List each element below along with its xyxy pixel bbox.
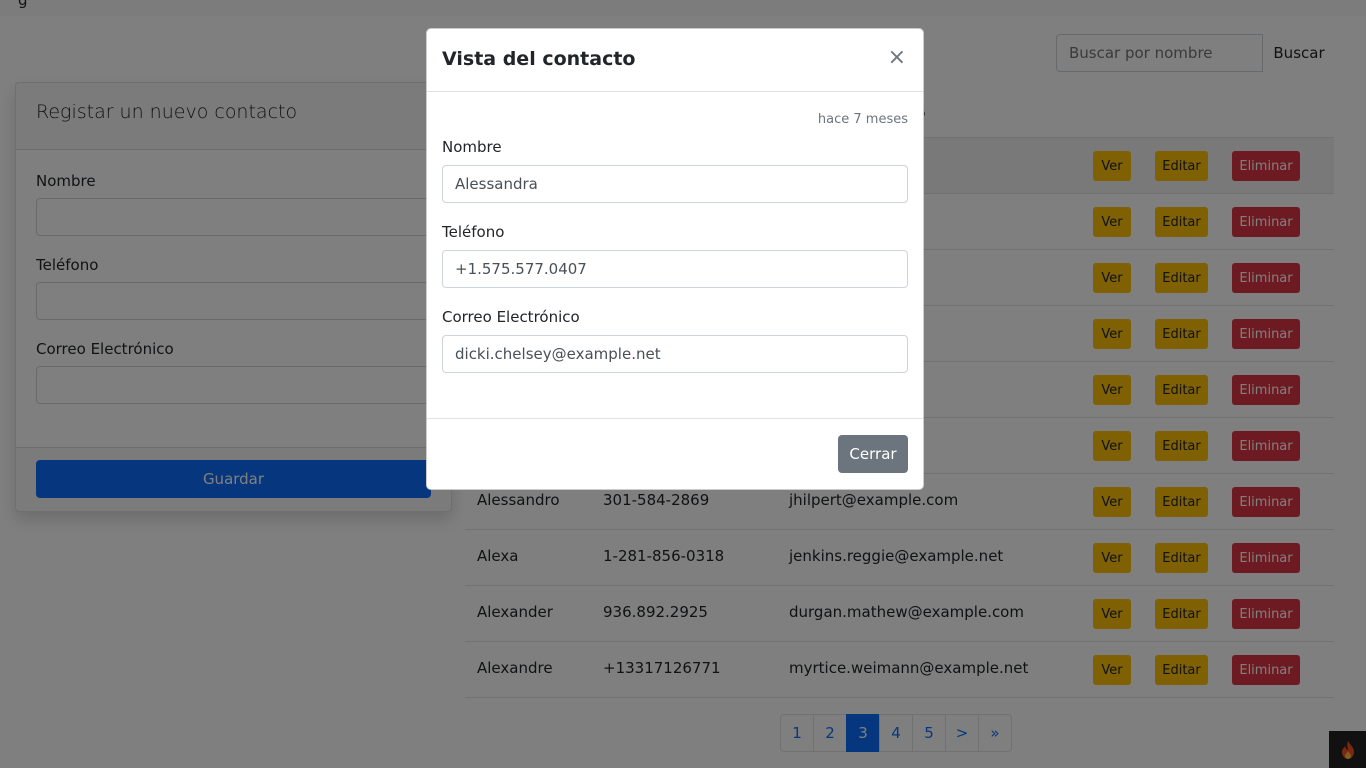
modal-email-field[interactable]: [442, 335, 908, 373]
modal-footer: Cerrar: [427, 418, 923, 489]
modal-body: hace 7 meses Nombre Teléfono Correo Elec…: [427, 92, 923, 420]
modal-name-field[interactable]: [442, 165, 908, 203]
timestamp: hace 7 meses: [817, 112, 908, 127]
modal-email-label: Correo Electrónico: [442, 308, 580, 326]
modal-phone-field[interactable]: [442, 250, 908, 288]
close-button[interactable]: Cerrar: [838, 435, 908, 473]
contact-view-modal: Vista del contacto × hace 7 meses Nombre…: [426, 28, 924, 490]
modal-title: Vista del contacto: [442, 48, 636, 70]
modal-header: Vista del contacto ×: [427, 29, 923, 92]
close-icon[interactable]: ×: [888, 47, 906, 69]
modal-phone-label: Teléfono: [442, 223, 505, 241]
modal-name-label: Nombre: [442, 138, 502, 156]
